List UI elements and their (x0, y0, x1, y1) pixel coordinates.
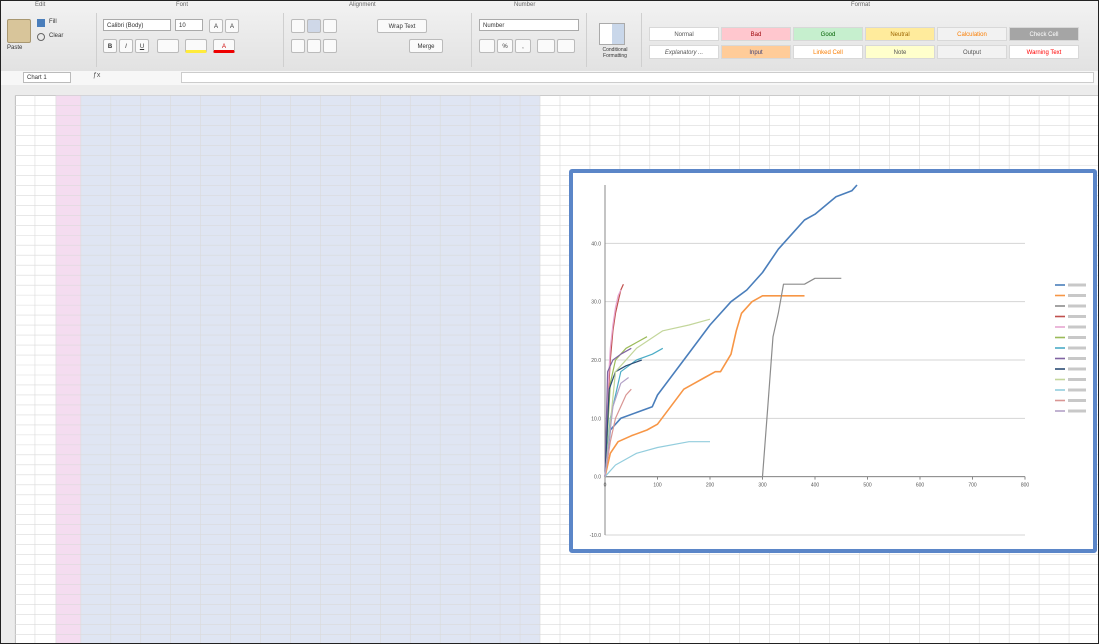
group-divider (283, 13, 284, 67)
conditional-formatting-icon[interactable] (599, 23, 625, 45)
group-divider (586, 13, 587, 67)
series-line (605, 277, 842, 478)
ribbon-group-edit: Edit (35, 2, 46, 8)
increase-decimal-button[interactable] (557, 39, 575, 53)
y-tick-label: 30.0 (591, 300, 601, 306)
style-warning-text[interactable]: Warning Text (1009, 45, 1079, 59)
align-middle-button[interactable] (307, 19, 321, 33)
bold-button[interactable]: B (103, 39, 117, 53)
font-size-select[interactable]: 10 (175, 19, 203, 31)
x-tick-label: 400 (811, 483, 820, 489)
wrap-text-button[interactable]: Wrap Text (377, 19, 427, 33)
name-box[interactable]: Chart 1 (23, 72, 71, 83)
underline-button[interactable]: U (135, 39, 149, 53)
style-good[interactable]: Good (793, 27, 863, 41)
shrink-font-button[interactable]: A (225, 19, 239, 33)
legend-entry (1068, 409, 1086, 413)
merge-button[interactable]: Merge (409, 39, 443, 53)
ribbon-group-font: Font (176, 2, 189, 8)
align-right-button[interactable] (323, 39, 337, 53)
series-line (604, 318, 711, 477)
grow-font-button[interactable]: A (209, 19, 223, 33)
style-note[interactable]: Note (865, 45, 935, 59)
currency-button[interactable] (479, 39, 495, 53)
style-explanatory[interactable]: Explanatory ... (649, 45, 719, 59)
legend-entry (1068, 283, 1086, 287)
legend-entry (1068, 367, 1086, 371)
style-input[interactable]: Input (721, 45, 791, 59)
align-bottom-button[interactable] (323, 19, 337, 33)
align-top-button[interactable] (291, 19, 305, 33)
ribbon-group-format: Format (851, 2, 871, 8)
legend-entry (1068, 388, 1086, 392)
legend-entry (1068, 315, 1086, 318)
decrease-decimal-button[interactable] (537, 39, 555, 53)
borders-button[interactable] (157, 39, 179, 53)
ribbon: Edit Font Alignment Number Format Paste … (1, 1, 1098, 72)
align-center-button[interactable] (307, 39, 321, 53)
legend-entry (1068, 325, 1086, 329)
fill-color-button[interactable] (185, 39, 207, 53)
x-tick-label: 0 (604, 483, 607, 489)
ribbon-group-alignment: Alignment (349, 2, 376, 8)
style-output[interactable]: Output (937, 45, 1007, 59)
align-left-button[interactable] (291, 39, 305, 53)
font-name-select[interactable]: Calibri (Body) (103, 19, 171, 31)
style-linked-cell[interactable]: Linked Cell (793, 45, 863, 59)
clear-button[interactable]: Clear (49, 33, 63, 39)
style-check-cell[interactable]: Check Cell (1009, 27, 1079, 41)
highlighted-column-pink (55, 95, 81, 643)
fill-button[interactable]: Fill (49, 19, 57, 25)
conditional-formatting-button[interactable]: Conditional Formatting (593, 47, 637, 59)
group-divider (96, 13, 97, 67)
x-tick-label: 600 (916, 483, 925, 489)
line-chart: 40.0 30.0 20.0 10.0 0.0 -10.0 0 100 200 300 400 500… (590, 184, 1086, 539)
series-line (604, 336, 648, 477)
style-bad[interactable]: Bad (721, 27, 791, 41)
excel-window: Edit Font Alignment Number Format Paste … (0, 0, 1099, 644)
x-tick-label: 800 (1021, 483, 1030, 489)
y-tick-label: -10.0 (590, 533, 602, 539)
style-calculation[interactable]: Calculation (937, 27, 1007, 41)
legend-entry (1068, 399, 1086, 402)
series-line (604, 295, 805, 477)
legend-entry (1068, 304, 1086, 308)
percent-button[interactable]: % (497, 39, 513, 53)
formula-bar: Chart 1 ƒx (1, 71, 1098, 86)
fill-icon[interactable] (37, 19, 45, 27)
paste-icon[interactable] (7, 19, 31, 43)
legend-entry (1068, 357, 1086, 360)
series-line (604, 184, 858, 477)
y-tick-label: 20.0 (591, 358, 601, 364)
x-tick-label: 100 (653, 483, 662, 489)
group-divider (471, 13, 472, 67)
formula-input[interactable] (181, 72, 1094, 83)
clear-icon[interactable] (37, 33, 45, 41)
legend-entry (1068, 336, 1086, 339)
x-tick-label: 500 (863, 483, 872, 489)
fx-icon[interactable]: ƒx (93, 72, 100, 79)
ribbon-group-number: Number (514, 2, 536, 8)
font-color-button[interactable]: A (213, 39, 235, 53)
legend-entry (1068, 294, 1086, 297)
y-tick-label: 40.0 (591, 241, 601, 247)
style-neutral[interactable]: Neutral (865, 27, 935, 41)
highlighted-column-range (80, 95, 541, 643)
style-normal[interactable]: Normal (649, 27, 719, 41)
legend-entry (1068, 346, 1086, 350)
x-tick-label: 300 (758, 483, 767, 489)
legend-entry (1068, 378, 1086, 381)
italic-button[interactable]: I (119, 39, 133, 53)
embedded-chart[interactable]: 40.0 30.0 20.0 10.0 0.0 -10.0 0 100 200 300 400 500… (569, 169, 1097, 553)
y-tick-label: 0.0 (594, 475, 601, 481)
number-format-select[interactable]: Number (479, 19, 579, 31)
group-divider (641, 13, 642, 67)
paste-label: Paste (7, 45, 23, 51)
series-line (604, 441, 710, 478)
comma-button[interactable]: , (515, 39, 531, 53)
x-tick-label: 700 (968, 483, 977, 489)
x-tick-label: 200 (706, 483, 715, 489)
y-tick-label: 10.0 (591, 416, 601, 422)
